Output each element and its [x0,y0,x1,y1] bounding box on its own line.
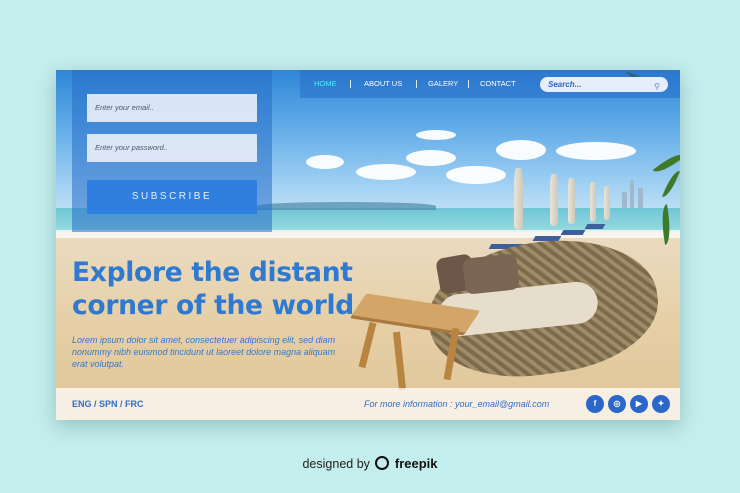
landing-page: Enter your email.. Enter your password..… [56,70,680,420]
headline-line-1: Explore the distant [72,257,353,288]
search-placeholder: Search... [548,80,582,89]
sun-lounger [584,224,606,229]
building [622,192,627,208]
credit-prefix: designed by [302,457,370,471]
email-input[interactable]: Enter your email.. [87,94,257,122]
twitter-icon[interactable]: ✦ [652,395,670,413]
instagram-icon[interactable]: ◎ [608,395,626,413]
cloud [446,166,506,184]
parasol [604,186,610,220]
search-input[interactable]: Search... ⚲ [540,77,668,92]
password-input[interactable]: Enter your password.. [87,134,257,162]
designer-credit: designed by freepik [0,456,740,471]
parasol [590,182,596,222]
nav-home[interactable]: HOME [314,70,337,98]
nav-divider [468,80,469,88]
hero-headline: Explore the distant corner of the world [72,256,372,322]
cloud [406,150,456,166]
search-icon[interactable]: ⚲ [654,79,660,94]
credit-brand[interactable]: freepik [395,456,438,471]
language-switcher[interactable]: ENG / SPN / FRC [72,388,144,420]
cloud [556,142,636,160]
contact-info: For more information : your_email@gmail.… [364,399,550,409]
sun-lounger [560,230,586,235]
parasol [550,174,558,226]
parasol [514,168,523,230]
nav-divider [350,80,351,88]
nav-divider [416,80,417,88]
parasol [568,178,575,224]
pillow [462,253,520,295]
headline-line-2: corner of the world [72,290,354,321]
subscribe-form: Enter your email.. Enter your password..… [72,70,272,232]
hero-body-text: Lorem ipsum dolor sit amet, consectetuer… [72,335,336,369]
top-nav: HOME ABOUT US GALERY CONTACT Search... ⚲ [300,70,680,98]
youtube-icon[interactable]: ▶ [630,395,648,413]
distant-hills [256,202,436,210]
building [630,180,634,208]
nav-contact[interactable]: CONTACT [480,70,516,98]
cloud [356,164,416,180]
nav-galery[interactable]: GALERY [428,70,458,98]
subscribe-button[interactable]: SUBSCRIBE [87,180,257,214]
cloud [416,130,456,140]
freepik-logo-icon [375,456,390,470]
facebook-icon[interactable]: f [586,395,604,413]
footer-bar: ENG / SPN / FRC For more information : y… [56,388,680,420]
nav-about-us[interactable]: ABOUT US [364,70,402,98]
cloud [306,155,344,169]
building [638,188,643,208]
cloud [496,140,546,160]
